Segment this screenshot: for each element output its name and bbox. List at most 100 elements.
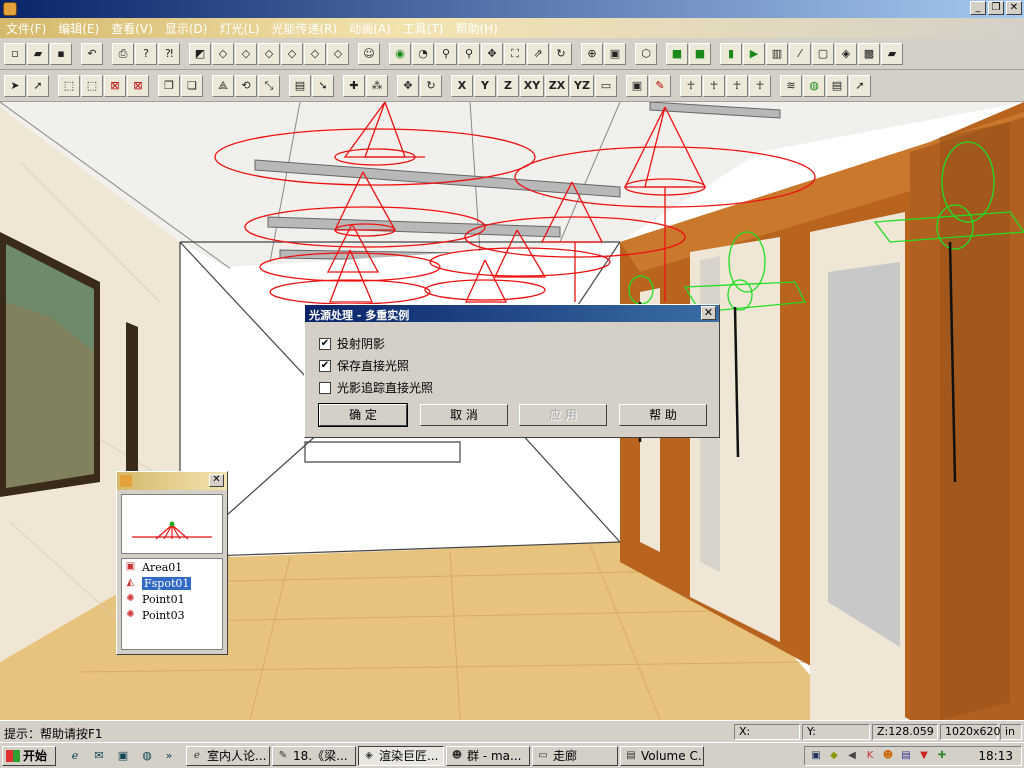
- layers-icon[interactable]: ≋: [780, 74, 802, 97]
- k-tray-icon[interactable]: K: [863, 749, 877, 763]
- select-box-add-icon[interactable]: ⬚: [81, 74, 103, 97]
- camera-icon[interactable]: ▣: [604, 42, 626, 65]
- close-button[interactable]: ✕: [1006, 1, 1022, 15]
- cube-bottom-icon[interactable]: ◇: [327, 42, 349, 65]
- media-icon[interactable]: ◍: [138, 747, 156, 765]
- wire-cube-icon[interactable]: ⬡: [635, 42, 657, 65]
- shield-tray-icon[interactable]: ▼: [917, 749, 931, 763]
- menu-radiosity[interactable]: 光能传递(R): [265, 20, 343, 37]
- save-icon[interactable]: ▪: [50, 42, 72, 65]
- properties-icon[interactable]: ▤: [826, 74, 848, 97]
- axis-xy-button[interactable]: XY: [520, 74, 544, 97]
- axis-z-button[interactable]: Z: [497, 74, 519, 97]
- light-item-area01[interactable]: ▣ Area01: [122, 559, 222, 575]
- volume-tray-icon[interactable]: ◀: [845, 749, 859, 763]
- texture-icon[interactable]: ▩: [858, 42, 880, 65]
- move-icon[interactable]: ✥: [397, 74, 419, 97]
- light-icon[interactable]: ▢: [812, 42, 834, 65]
- save-direct-light-row[interactable]: ✔ 保存直接光照: [319, 357, 409, 374]
- task-volume[interactable]: ▤ Volume C...: [620, 746, 704, 766]
- cube-left-icon[interactable]: ◇: [258, 42, 280, 65]
- menu-view[interactable]: 查看(V): [105, 20, 159, 37]
- apply-button[interactable]: 应 用: [519, 404, 607, 426]
- move-object-icon[interactable]: ⟁: [212, 74, 234, 97]
- zoom-icon[interactable]: ⚲: [435, 42, 457, 65]
- monitor-tray-icon[interactable]: ▤: [899, 749, 913, 763]
- axis-zx-button[interactable]: ZX: [545, 74, 569, 97]
- task-liang[interactable]: ✎ 18.《梁...: [272, 746, 356, 766]
- start-button[interactable]: 开始: [2, 746, 56, 766]
- cast-shadow-row[interactable]: ✔ 投射阴影: [319, 335, 385, 352]
- help-button[interactable]: 帮 助: [619, 404, 707, 426]
- cancel-button[interactable]: 取 消: [420, 404, 508, 426]
- task-forum[interactable]: ℯ 室内人论...: [186, 746, 270, 766]
- update-tray-icon[interactable]: ✚: [935, 749, 949, 763]
- folder-export-icon[interactable]: ▰: [881, 42, 903, 65]
- raytrace-direct-light-row[interactable]: 光影追踪直接光照: [319, 379, 433, 396]
- group-icon[interactable]: ⁂: [366, 74, 388, 97]
- restore-button[interactable]: ❐: [988, 1, 1004, 15]
- print-icon[interactable]: ⎙: [112, 42, 134, 65]
- save-direct-light-checkbox[interactable]: ✔: [319, 359, 331, 372]
- select-box-remove-icon[interactable]: ⊠: [104, 74, 126, 97]
- help-icon[interactable]: ?: [135, 42, 157, 65]
- menu-display[interactable]: 显示(D): [159, 20, 214, 37]
- deselect-icon[interactable]: ⊠: [127, 74, 149, 97]
- zoom-extents-icon[interactable]: ⊕: [581, 42, 603, 65]
- light-edit-icon[interactable]: ✎: [649, 74, 671, 97]
- figure-arms-icon[interactable]: ☥: [749, 74, 771, 97]
- move-axis-icon[interactable]: ✚: [343, 74, 365, 97]
- light-item-fspot01[interactable]: ◭ Fspot01: [122, 575, 222, 591]
- rotate-view-icon[interactable]: ↻: [550, 42, 572, 65]
- figure-walk-icon[interactable]: ☥: [703, 74, 725, 97]
- rotate-object-icon[interactable]: ⟲: [235, 74, 257, 97]
- axis-yz-button[interactable]: YZ: [570, 74, 594, 97]
- new-file-icon[interactable]: ▫: [4, 42, 26, 65]
- radiosity-stop-icon[interactable]: ▥: [766, 42, 788, 65]
- figure-run-icon[interactable]: ☥: [680, 74, 702, 97]
- task-corridor[interactable]: ▭ 走廊: [532, 746, 618, 766]
- menu-animation[interactable]: 动画(A): [343, 20, 397, 37]
- light-item-point03[interactable]: ✺ Point03: [122, 607, 222, 623]
- figure-stand-icon[interactable]: ☥: [726, 74, 748, 97]
- radiosity-step-icon[interactable]: ▶: [743, 42, 765, 65]
- light-panel-close-button[interactable]: ✕: [209, 474, 224, 487]
- desktop-icon[interactable]: ▣: [114, 747, 132, 765]
- globe-icon[interactable]: ◍: [803, 74, 825, 97]
- scale-object-icon[interactable]: ⤡: [258, 74, 280, 97]
- task-group[interactable]: ☻ 群 - ma...: [446, 746, 530, 766]
- fly-icon[interactable]: ⛶: [504, 42, 526, 65]
- walk-icon[interactable]: ☺: [358, 42, 380, 65]
- cube-right-icon[interactable]: ◇: [281, 42, 303, 65]
- antivirus-tray-icon[interactable]: ◆: [827, 749, 841, 763]
- paste-icon[interactable]: ❏: [181, 74, 203, 97]
- cube-back-icon[interactable]: ◇: [235, 42, 257, 65]
- menu-help[interactable]: 帮助(H): [449, 20, 503, 37]
- menu-tools[interactable]: 工具(T): [397, 20, 450, 37]
- menu-file[interactable]: 文件(F): [0, 20, 52, 37]
- shaded-cube-icon[interactable]: ■: [666, 42, 688, 65]
- undo-icon[interactable]: ↶: [81, 42, 103, 65]
- pan-icon[interactable]: ✥: [481, 42, 503, 65]
- minimize-button[interactable]: _: [970, 1, 986, 15]
- select-icon[interactable]: ◩: [189, 42, 211, 65]
- menu-lights[interactable]: 灯光(L): [213, 20, 265, 37]
- chat-tray-icon[interactable]: ☻: [881, 749, 895, 763]
- eye-icon[interactable]: ◉: [389, 42, 411, 65]
- help-pointer-icon[interactable]: ➚: [849, 74, 871, 97]
- select-box-icon[interactable]: ⬚: [58, 74, 80, 97]
- outlook-icon[interactable]: ✉: [90, 747, 108, 765]
- cube-front-icon[interactable]: ◇: [212, 42, 234, 65]
- context-help-icon[interactable]: ⁈: [158, 42, 180, 65]
- open-folder-icon[interactable]: ▰: [27, 42, 49, 65]
- radiosity-reset-icon[interactable]: ⁄: [789, 42, 811, 65]
- pointer-icon[interactable]: ➤: [4, 74, 26, 97]
- raytrace-direct-light-checkbox[interactable]: [319, 381, 331, 394]
- material-icon[interactable]: ◈: [835, 42, 857, 65]
- more-quicklaunch-icon[interactable]: »: [160, 747, 178, 765]
- cast-shadow-checkbox[interactable]: ✔: [319, 337, 331, 350]
- network-tray-icon[interactable]: ▣: [809, 749, 823, 763]
- menu-edit[interactable]: 编辑(E): [52, 20, 105, 37]
- ie-icon[interactable]: ℯ: [66, 747, 84, 765]
- cube-top-icon[interactable]: ◇: [304, 42, 326, 65]
